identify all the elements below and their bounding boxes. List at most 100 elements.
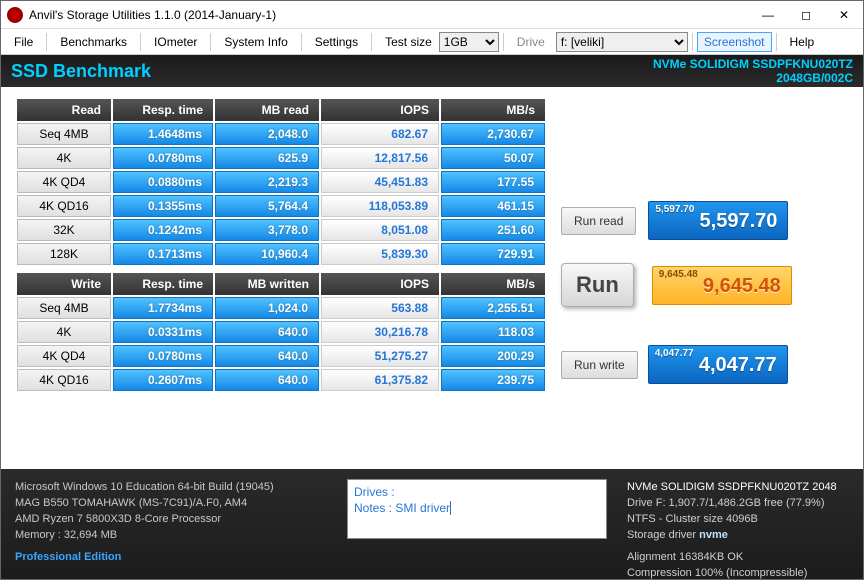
drive-model: NVMe SOLIDIGM SSDPFKNU020TZ 2048 [627,479,849,495]
menu-benchmarks[interactable]: Benchmarks [51,31,136,53]
cell-resp: 0.2607ms [113,369,213,391]
cell-resp: 1.7734ms [113,297,213,319]
maximize-button[interactable]: ◻ [787,1,825,29]
write-table: Write Resp. time MB written IOPS MB/s Se… [15,271,547,393]
table-row: Seq 4MB1.4648ms2,048.0682.672,730.67 [17,123,545,145]
cell-mbs: 461.15 [441,195,545,217]
drive-free: Drive F: 1,907.7/1,486.2GB free (77.9%) [627,495,849,511]
cell-mb: 640.0 [215,321,319,343]
screenshot-button[interactable]: Screenshot [697,32,772,52]
row-label: 128K [17,243,111,265]
page-title: SSD Benchmark [11,61,151,82]
table-row: 4K QD160.1355ms5,764.4118,053.89461.15 [17,195,545,217]
menu-help[interactable]: Help [781,31,824,53]
table-row: Seq 4MB1.7734ms1,024.0563.882,255.51 [17,297,545,319]
cell-iops: 5,839.30 [321,243,439,265]
menubar: File Benchmarks IOmeter System Info Sett… [1,29,863,55]
notes-panel: Drives : Notes : SMI driver [341,469,613,579]
cell-mb: 2,219.3 [215,171,319,193]
cell-mb: 640.0 [215,345,319,367]
titlebar: Anvil's Storage Utilities 1.1.0 (2014-Ja… [1,1,863,29]
hdr-mbread: MB read [215,99,319,121]
main-area: Read Resp. time MB read IOPS MB/s Seq 4M… [1,87,863,469]
row-label: Seq 4MB [17,297,111,319]
hdr-iops: IOPS [321,99,439,121]
row-label: 4K QD16 [17,369,111,391]
drive-align: Alignment 16384KB OK [627,549,849,565]
cell-mb: 625.9 [215,147,319,169]
sysinfo-mem: Memory : 32,694 MB [15,527,327,543]
cell-iops: 8,051.08 [321,219,439,241]
table-row: 32K0.1242ms3,778.08,051.08251.60 [17,219,545,241]
cell-resp: 1.4648ms [113,123,213,145]
cell-iops: 61,375.82 [321,369,439,391]
cell-resp: 0.1242ms [113,219,213,241]
sysinfo-mb: MAG B550 TOMAHAWK (MS-7C91)/A.F0, AM4 [15,495,327,511]
cell-mbs: 729.91 [441,243,545,265]
row-label: 4K [17,147,111,169]
run-read-button[interactable]: Run read [561,207,636,235]
cell-mbs: 239.75 [441,369,545,391]
hdr-mbwritten: MB written [215,273,319,295]
drive-driver: Storage driver nvme [627,527,849,543]
drive-select[interactable]: f: [veliki] [556,32,688,52]
cell-mb: 1,024.0 [215,297,319,319]
cell-mb: 5,764.4 [215,195,319,217]
cell-iops: 45,451.83 [321,171,439,193]
test-size-select[interactable]: 1GB [439,32,499,52]
cell-iops: 51,275.27 [321,345,439,367]
text-cursor-icon [450,501,451,515]
cell-iops: 563.88 [321,297,439,319]
app-icon [7,7,23,23]
cell-mbs: 50.07 [441,147,545,169]
cell-mbs: 2,730.67 [441,123,545,145]
window-title: Anvil's Storage Utilities 1.1.0 (2014-Ja… [29,8,276,22]
sysinfo-panel: Microsoft Windows 10 Education 64-bit Bu… [1,469,341,579]
hdr-mbs2: MB/s [441,273,545,295]
row-label: Seq 4MB [17,123,111,145]
cell-mbs: 251.60 [441,219,545,241]
menu-file[interactable]: File [5,31,42,53]
test-size-label: Test size [376,31,437,53]
sysinfo-cpu: AMD Ryzen 7 5800X3D 8-Core Processor [15,511,327,527]
device-name: NVMe SOLIDIGM SSDPFKNU020TZ [653,57,853,71]
menu-sysinfo[interactable]: System Info [215,31,296,53]
cell-resp: 0.0780ms [113,147,213,169]
row-label: 4K QD4 [17,345,111,367]
write-header-row: Write Resp. time MB written IOPS MB/s [17,273,545,295]
hdr-resp2: Resp. time [113,273,213,295]
total-score-small: 9,645.48 [659,269,698,280]
run-write-button[interactable]: Run write [561,351,638,379]
table-row: 128K0.1713ms10,960.45,839.30729.91 [17,243,545,265]
cell-resp: 0.1355ms [113,195,213,217]
hdr-iops2: IOPS [321,273,439,295]
cell-mbs: 118.03 [441,321,545,343]
notes-line1: Drives : [354,484,600,500]
close-button[interactable]: ✕ [825,1,863,29]
minimize-button[interactable]: ― [749,1,787,29]
sysinfo-os: Microsoft Windows 10 Education 64-bit Bu… [15,479,327,495]
write-score-small: 4,047.77 [655,348,694,359]
drive-fs: NTFS - Cluster size 4096B [627,511,849,527]
run-button[interactable]: Run [561,263,634,307]
drive-label: Drive [508,31,554,53]
hdr-resp: Resp. time [113,99,213,121]
hdr-read: Read [17,99,111,121]
cell-resp: 0.0780ms [113,345,213,367]
drive-comp: Compression 100% (Incompressible) [627,565,849,581]
header-strip: SSD Benchmark NVMe SOLIDIGM SSDPFKNU020T… [1,55,863,87]
notes-box[interactable]: Drives : Notes : SMI driver [347,479,607,539]
row-label: 4K QD16 [17,195,111,217]
table-row: 4K QD40.0780ms640.051,275.27200.29 [17,345,545,367]
cell-iops: 12,817.56 [321,147,439,169]
device-capacity: 2048GB/002C [653,71,853,85]
cell-resp: 0.0880ms [113,171,213,193]
cell-mb: 3,778.0 [215,219,319,241]
cell-iops: 30,216.78 [321,321,439,343]
menu-settings[interactable]: Settings [306,31,367,53]
table-row: 4K QD40.0880ms2,219.345,451.83177.55 [17,171,545,193]
table-row: 4K QD160.2607ms640.061,375.82239.75 [17,369,545,391]
menu-iometer[interactable]: IOmeter [145,31,206,53]
notes-line2: Notes : SMI driver [354,501,450,515]
table-row: 4K0.0780ms625.912,817.5650.07 [17,147,545,169]
